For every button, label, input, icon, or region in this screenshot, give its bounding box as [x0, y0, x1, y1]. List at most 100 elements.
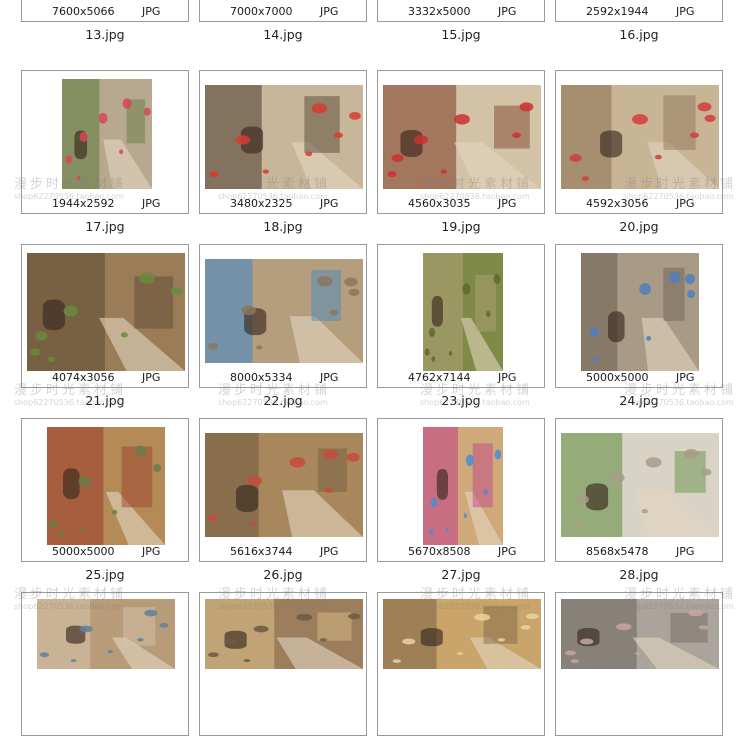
- image-dimensions: 8000x5334: [230, 371, 293, 384]
- gallery-card[interactable]: [21, 592, 189, 736]
- image-dimensions: 3332x5000: [408, 5, 471, 18]
- image-dimensions: 5670x8508: [408, 545, 471, 558]
- image-format: JPG: [498, 545, 517, 558]
- image-filename[interactable]: 19.jpg: [377, 219, 545, 235]
- thumbnail-image[interactable]: [27, 253, 185, 371]
- image-format: JPG: [320, 371, 339, 384]
- image-meta: 3480x2325 JPG: [200, 196, 366, 212]
- gallery-card[interactable]: 7600x5066 JPG: [21, 0, 189, 22]
- thumbnail-image[interactable]: [47, 427, 165, 545]
- image-filename[interactable]: 26.jpg: [199, 567, 367, 583]
- gallery-card[interactable]: 5000x5000 JPG: [21, 418, 189, 562]
- image-filename[interactable]: 16.jpg: [555, 27, 723, 43]
- thumbnail-image[interactable]: [205, 599, 363, 669]
- image-dimensions: 7600x5066: [52, 5, 115, 18]
- image-filename[interactable]: 23.jpg: [377, 393, 545, 409]
- thumbnail-image[interactable]: [581, 253, 699, 371]
- image-filename[interactable]: 15.jpg: [377, 27, 545, 43]
- image-format: JPG: [498, 197, 517, 210]
- image-meta: 5000x5000 JPG: [22, 544, 188, 560]
- image-filename[interactable]: 24.jpg: [555, 393, 723, 409]
- image-format: JPG: [676, 371, 695, 384]
- image-meta: 5616x3744 JPG: [200, 544, 366, 560]
- image-meta: 4762x7144 JPG: [378, 370, 544, 386]
- image-meta: 8000x5334 JPG: [200, 370, 366, 386]
- image-format: JPG: [320, 197, 339, 210]
- image-meta: 4592x3056 JPG: [556, 196, 722, 212]
- image-meta: 4560x3035 JPG: [378, 196, 544, 212]
- gallery-card[interactable]: 1944x2592 JPG: [21, 70, 189, 214]
- image-format: JPG: [320, 5, 339, 18]
- thumbnail-image[interactable]: [561, 599, 719, 669]
- gallery-card[interactable]: 8568x5478 JPG: [555, 418, 723, 562]
- image-filename[interactable]: 28.jpg: [555, 567, 723, 583]
- image-meta: 5000x5000 JPG: [556, 370, 722, 386]
- gallery-card[interactable]: [377, 592, 545, 736]
- image-meta: 3332x5000 JPG: [378, 4, 544, 20]
- image-format: JPG: [498, 371, 517, 384]
- thumbnail-image[interactable]: [423, 253, 503, 371]
- gallery-card[interactable]: 4762x7144 JPG: [377, 244, 545, 388]
- thumbnail-image[interactable]: [383, 599, 541, 669]
- thumbnail-image[interactable]: [205, 85, 363, 189]
- image-dimensions: 4560x3035: [408, 197, 471, 210]
- image-dimensions: 2592x1944: [586, 5, 649, 18]
- image-dimensions: 5000x5000: [586, 371, 649, 384]
- image-format: JPG: [142, 5, 161, 18]
- image-filename[interactable]: 25.jpg: [21, 567, 189, 583]
- image-dimensions: 5000x5000: [52, 545, 115, 558]
- image-filename[interactable]: 22.jpg: [199, 393, 367, 409]
- image-filename[interactable]: 27.jpg: [377, 567, 545, 583]
- image-dimensions: 8568x5478: [586, 545, 649, 558]
- image-filename[interactable]: 14.jpg: [199, 27, 367, 43]
- gallery-card[interactable]: 4592x3056 JPG: [555, 70, 723, 214]
- image-dimensions: 7000x7000: [230, 5, 293, 18]
- image-meta: 7000x7000 JPG: [200, 4, 366, 20]
- image-meta: 7600x5066 JPG: [22, 4, 188, 20]
- gallery-card[interactable]: 5670x8508 JPG: [377, 418, 545, 562]
- image-format: JPG: [676, 545, 695, 558]
- image-meta: 1944x2592 JPG: [22, 196, 188, 212]
- thumbnail-image[interactable]: [205, 433, 363, 537]
- image-meta: 2592x1944 JPG: [556, 4, 722, 20]
- thumbnail-image[interactable]: [62, 79, 152, 189]
- gallery-card[interactable]: 2592x1944 JPG: [555, 0, 723, 22]
- image-format: JPG: [320, 545, 339, 558]
- image-meta: 5670x8508 JPG: [378, 544, 544, 560]
- image-format: JPG: [498, 5, 517, 18]
- gallery-card[interactable]: 5000x5000 JPG: [555, 244, 723, 388]
- thumbnail-image[interactable]: [383, 85, 541, 189]
- image-filename[interactable]: 21.jpg: [21, 393, 189, 409]
- gallery-card[interactable]: 3332x5000 JPG: [377, 0, 545, 22]
- image-dimensions: 1944x2592: [52, 197, 115, 210]
- image-gallery-grid: 7600x5066 JPG 13.jpg 7000x7000 JPG 14.jpg 3332…: [0, 0, 750, 736]
- thumbnail-image[interactable]: [561, 433, 719, 537]
- gallery-card[interactable]: 5616x3744 JPG: [199, 418, 367, 562]
- gallery-card[interactable]: [199, 592, 367, 736]
- image-dimensions: 4592x3056: [586, 197, 649, 210]
- image-dimensions: 3480x2325: [230, 197, 293, 210]
- gallery-card[interactable]: 8000x5334 JPG: [199, 244, 367, 388]
- image-filename[interactable]: 17.jpg: [21, 219, 189, 235]
- thumbnail-image[interactable]: [37, 599, 175, 669]
- image-filename[interactable]: 13.jpg: [21, 27, 189, 43]
- gallery-card[interactable]: 4560x3035 JPG: [377, 70, 545, 214]
- image-format: JPG: [142, 545, 161, 558]
- image-dimensions: 4762x7144: [408, 371, 471, 384]
- gallery-card[interactable]: 3480x2325 JPG: [199, 70, 367, 214]
- thumbnail-image[interactable]: [423, 427, 503, 545]
- image-dimensions: 4074x3056: [52, 371, 115, 384]
- image-meta: 4074x3056 JPG: [22, 370, 188, 386]
- gallery-card[interactable]: 7000x7000 JPG: [199, 0, 367, 22]
- image-meta: 8568x5478 JPG: [556, 544, 722, 560]
- gallery-card[interactable]: [555, 592, 723, 736]
- image-filename[interactable]: 20.jpg: [555, 219, 723, 235]
- image-dimensions: 5616x3744: [230, 545, 293, 558]
- image-format: JPG: [142, 197, 161, 210]
- thumbnail-image[interactable]: [561, 85, 719, 189]
- gallery-card[interactable]: 4074x3056 JPG: [21, 244, 189, 388]
- image-format: JPG: [676, 5, 695, 18]
- image-format: JPG: [676, 197, 695, 210]
- image-filename[interactable]: 18.jpg: [199, 219, 367, 235]
- thumbnail-image[interactable]: [205, 259, 363, 363]
